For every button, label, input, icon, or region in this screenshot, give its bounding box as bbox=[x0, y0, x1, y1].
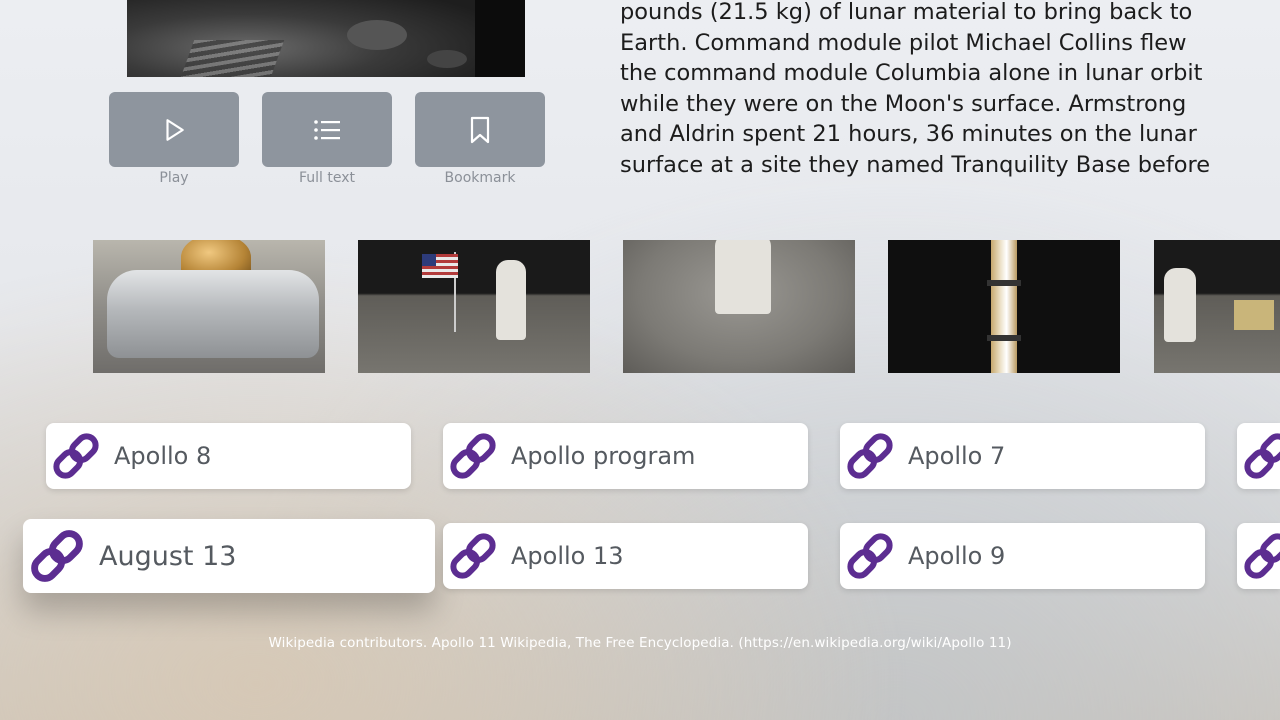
play-label: Play bbox=[159, 170, 189, 186]
link-icon bbox=[31, 530, 83, 582]
citation-text: Wikipedia contributors. Apollo 11 Wikipe… bbox=[268, 635, 1012, 651]
link-icon bbox=[450, 533, 496, 579]
rocket-band bbox=[987, 335, 1021, 341]
link-icon bbox=[847, 533, 893, 579]
link-label: Apollo 9 bbox=[908, 542, 1006, 570]
link-icon bbox=[847, 433, 893, 479]
related-link[interactable]: Apollo 8 bbox=[46, 423, 411, 489]
link-label: August 13 bbox=[99, 540, 237, 572]
quarantine-trailer-shape bbox=[107, 270, 319, 358]
astronaut-shape bbox=[496, 260, 526, 340]
bookmark-label: Bookmark bbox=[444, 170, 516, 186]
related-link[interactable]: Apollo 7 bbox=[840, 423, 1205, 489]
lunar-rock bbox=[347, 20, 407, 50]
astronaut-shape bbox=[1164, 268, 1196, 342]
gallery-thumbnail[interactable] bbox=[1154, 240, 1280, 373]
rocket-band bbox=[987, 280, 1021, 286]
equipment-shape bbox=[1234, 300, 1274, 330]
bookmark-button[interactable] bbox=[415, 92, 545, 167]
link-label: Apollo program bbox=[511, 442, 696, 470]
link-icon bbox=[1244, 533, 1280, 579]
play-icon bbox=[166, 118, 184, 141]
related-link[interactable]: Apollo 9 bbox=[840, 523, 1205, 589]
flag-shape bbox=[422, 254, 458, 278]
link-label: Apollo 7 bbox=[908, 442, 1006, 470]
related-link-partial[interactable] bbox=[1237, 523, 1280, 589]
gallery-thumbnail[interactable] bbox=[888, 240, 1120, 373]
link-icon bbox=[1244, 433, 1280, 479]
list-icon bbox=[314, 119, 340, 140]
gallery-thumbnail[interactable] bbox=[93, 240, 325, 373]
link-label: Apollo 8 bbox=[114, 442, 212, 470]
related-link-focused[interactable]: August 13 bbox=[23, 519, 435, 593]
related-link[interactable]: Apollo 13 bbox=[443, 523, 808, 589]
bootprint-texture bbox=[179, 40, 285, 77]
article-body: pounds (21.5 kg) of lunar material to br… bbox=[620, 0, 1211, 178]
link-label: Apollo 13 bbox=[511, 542, 624, 570]
gallery-thumbnail[interactable] bbox=[623, 240, 855, 373]
related-link[interactable]: Apollo program bbox=[443, 423, 808, 489]
astronaut-shape bbox=[715, 240, 771, 314]
link-icon bbox=[450, 433, 496, 479]
play-button[interactable] bbox=[109, 92, 239, 167]
image-shadow bbox=[475, 0, 525, 77]
gallery-thumbnail[interactable] bbox=[358, 240, 590, 373]
bookmark-icon bbox=[470, 116, 490, 143]
full-text-button[interactable] bbox=[262, 92, 392, 167]
link-icon bbox=[53, 433, 99, 479]
hero-image bbox=[127, 0, 525, 77]
lunar-rock bbox=[427, 50, 467, 68]
related-link-partial[interactable] bbox=[1237, 423, 1280, 489]
rocket-shape bbox=[991, 240, 1017, 373]
full-text-label: Full text bbox=[298, 170, 356, 186]
